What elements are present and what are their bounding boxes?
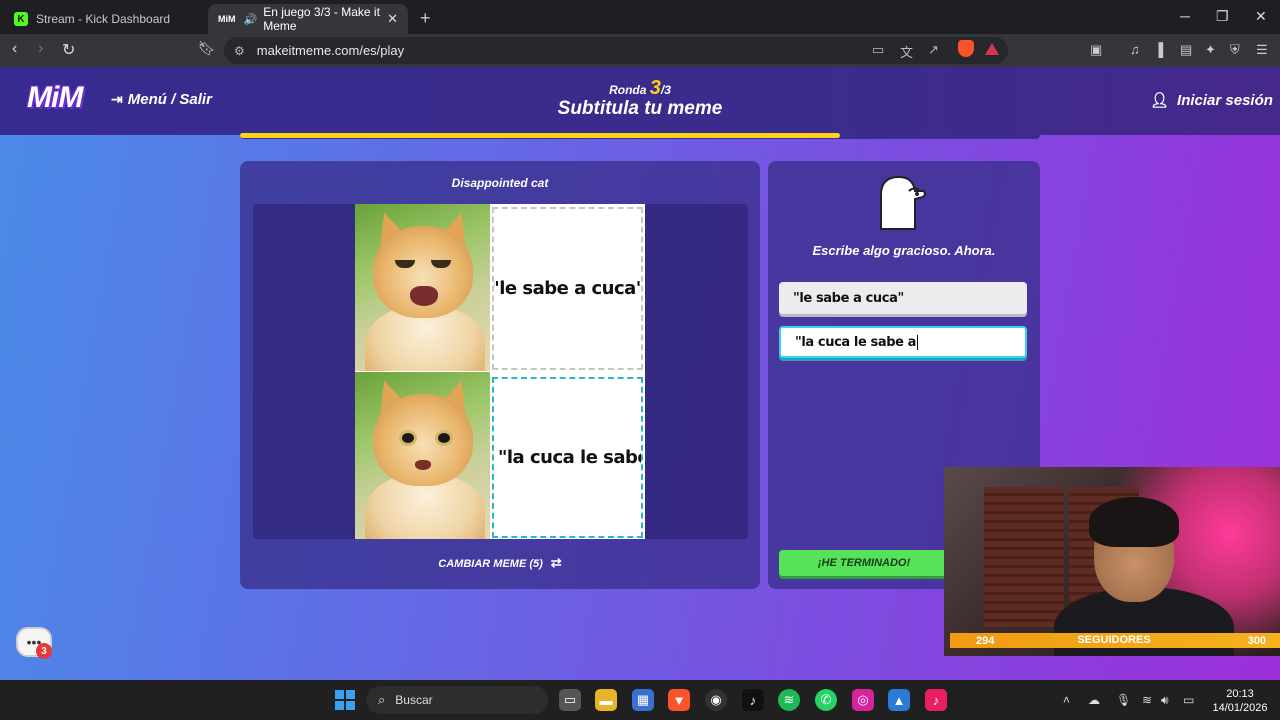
caption-prompt: Escribe algo gracioso. Ahora. — [812, 243, 996, 258]
caption-input-1-value: "le sabe a cuca" — [793, 290, 904, 306]
brave-rewards-icon[interactable] — [985, 43, 999, 55]
cast-icon[interactable]: ▭ — [872, 42, 884, 58]
close-tab-icon[interactable]: ✕ — [387, 11, 398, 27]
tab-label: Stream - Kick Dashboard — [36, 12, 171, 26]
url-text: makeitmeme.com/es/play — [256, 43, 405, 58]
exit-icon: ⇥ — [111, 91, 123, 107]
tiktok-live-icon[interactable]: ♪ — [925, 689, 947, 711]
user-icon: 👤︎ — [1150, 92, 1170, 109]
round-word: Ronda — [609, 83, 647, 97]
mic-icon[interactable]: 🎙︎ — [1116, 693, 1131, 707]
site-info-icon[interactable]: ⚙︎ — [234, 44, 245, 58]
translate-icon[interactable]: 文 — [900, 42, 913, 61]
login-button[interactable]: 👤︎ Iniciar sesión — [1150, 91, 1273, 110]
done-button[interactable]: ¡HE TERMINADO! — [779, 550, 949, 576]
mim-favicon-icon: MiM — [218, 14, 236, 24]
clock-date: 14/01/2026 — [1212, 702, 1268, 714]
spotify-icon[interactable]: ≋ — [778, 689, 800, 711]
page-title: Subtitula tu meme — [557, 98, 723, 119]
taskbar-search[interactable]: ⌕ Buscar — [366, 686, 548, 714]
minimize-icon[interactable]: ─ — [1180, 8, 1190, 24]
change-meme-label: CAMBIAR MEME (5) — [438, 558, 543, 570]
followers-goal: 300 — [1247, 634, 1266, 647]
store-icon[interactable]: ▦ — [632, 689, 654, 711]
reader-icon[interactable]: ▣ — [1090, 42, 1102, 58]
restore-icon[interactable]: ❐ — [1216, 8, 1229, 25]
clock-time: 20:13 — [1226, 688, 1254, 700]
obs-icon[interactable]: ◉ — [705, 689, 727, 711]
file-explorer-icon[interactable]: ▬ — [595, 689, 617, 711]
music-icon[interactable]: ♫ — [1130, 42, 1140, 57]
search-icon: ⌕ — [378, 692, 386, 707]
shocked-cat-image — [355, 372, 490, 539]
caption-input-1[interactable]: "le sabe a cuca" — [779, 282, 1027, 314]
reload-icon[interactable]: ↻ — [62, 40, 75, 60]
task-view-icon[interactable]: ▭ — [559, 689, 581, 711]
round-total: /3 — [660, 83, 671, 97]
webcam-overlay — [944, 467, 1280, 656]
text-caret — [917, 334, 919, 350]
close-window-icon[interactable]: ✕ — [1255, 8, 1267, 25]
caption-input-2-value: "la cuca le sabe a — [795, 334, 917, 350]
tab-label: En juego 3/3 - Make it Meme — [263, 5, 380, 33]
caption-input-2[interactable]: "la cuca le sabe a — [779, 326, 1027, 358]
share-icon[interactable]: ↗ — [928, 42, 939, 58]
happy-cat-image — [355, 204, 490, 371]
login-label: Iniciar sesión — [1177, 91, 1273, 109]
tray-expand-icon[interactable]: ˄ — [1063, 693, 1070, 707]
swap-icon: ⇄ — [550, 555, 562, 570]
speaker-icon[interactable]: 🔊 — [244, 13, 258, 26]
meme-stage: "le sabe a cuca" "la cuca le sabe a — [253, 204, 748, 539]
windows-start-icon[interactable] — [335, 690, 355, 710]
meme-template-name: Disappointed cat — [451, 176, 549, 190]
mim-logo[interactable]: MiM — [27, 81, 83, 115]
tab-kick-dashboard[interactable]: K Stream - Kick Dashboard — [4, 4, 204, 34]
back-icon[interactable]: ‹ — [12, 40, 17, 58]
change-meme-button[interactable]: CAMBIAR MEME (5) ⇄ — [240, 555, 760, 571]
menu-icon[interactable]: ☰ — [1256, 42, 1268, 58]
volume-icon[interactable]: 🔊︎ — [1161, 693, 1169, 708]
meme-preview-panel: Disappointed cat "le sabe a cuca" "la cu… — [240, 161, 760, 589]
round-current: 3 — [649, 77, 661, 99]
taskbar-search-label: Buscar — [395, 693, 433, 707]
chat-unread-badge: 3 — [36, 643, 52, 659]
followers-label: SEGUIDORES — [1077, 634, 1151, 646]
address-bar[interactable]: ⚙︎ makeitmeme.com/es/play ▭ 文 ↗ — [224, 37, 1008, 64]
brave-shields-icon[interactable] — [958, 40, 974, 57]
sidebar-icon[interactable]: ▐ — [1154, 42, 1163, 57]
bookmark-icon[interactable]: 🔖︎ — [198, 40, 216, 57]
vpn-icon[interactable]: ⛨ — [1230, 42, 1240, 58]
caption-box-2[interactable]: "la cuca le sabe a — [492, 377, 643, 538]
battery-icon[interactable]: ▭ — [1183, 693, 1194, 707]
brave-browser-icon[interactable]: ▼ — [668, 689, 690, 711]
onedrive-icon[interactable]: ☁ — [1088, 693, 1100, 707]
kick-favicon-icon: K — [14, 12, 28, 26]
photos-icon[interactable]: ▲ — [888, 689, 910, 711]
new-tab-icon[interactable]: + — [420, 8, 431, 29]
forward-icon[interactable]: › — [38, 40, 43, 58]
game-header: MiM ⇥ Menú / Salir Ronda 3/3 Subtitula t… — [0, 67, 1280, 135]
wifi-icon[interactable]: ≋ — [1142, 693, 1152, 707]
ghost-mascot-icon — [880, 175, 926, 230]
whatsapp-icon[interactable]: ✆ — [815, 689, 837, 711]
browser-toolbar: ‹ › ↻ 🔖︎ ⚙︎ makeitmeme.com/es/play ▭ 文 ↗ — [0, 34, 1280, 67]
browser-tab-bar: K Stream - Kick Dashboard MiM 🔊 En juego… — [0, 0, 1280, 34]
wallet-icon[interactable]: ▤ — [1180, 42, 1192, 58]
menu-exit-button[interactable]: ⇥ Menú / Salir — [111, 91, 212, 108]
menu-exit-label: Menú / Salir — [127, 91, 212, 108]
round-timer-bar — [240, 133, 1040, 139]
tiktok-icon[interactable]: ♪ — [742, 689, 764, 711]
round-timer-fill — [240, 133, 840, 138]
instagram-icon[interactable]: ◎ — [852, 689, 874, 711]
caption-box-1[interactable]: "le sabe a cuca" — [492, 207, 643, 370]
leo-ai-icon[interactable]: ✦ — [1205, 42, 1216, 58]
round-indicator: Ronda 3/3 — [540, 77, 740, 100]
meme-image: "le sabe a cuca" "la cuca le sabe a — [355, 204, 645, 539]
taskbar-clock[interactable]: 20:13 14/01/2026 — [1210, 687, 1270, 715]
tab-make-it-meme[interactable]: MiM 🔊 En juego 3/3 - Make it Meme ✕ — [208, 4, 408, 34]
